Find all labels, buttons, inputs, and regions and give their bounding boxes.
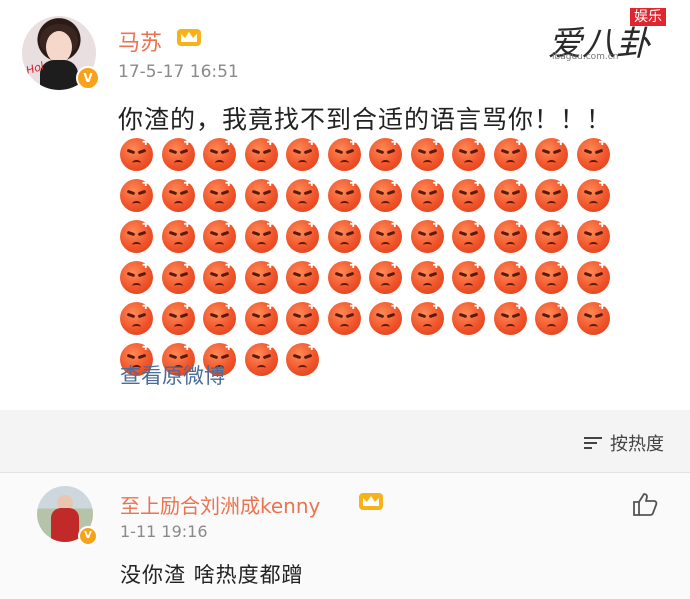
- angry-face-icon: ✚: [452, 138, 485, 171]
- angry-face-icon: ✚: [244, 343, 278, 376]
- verified-badge-icon: V: [76, 66, 100, 90]
- avatar-body: [51, 508, 79, 542]
- angry-face-icon: ✚: [452, 220, 485, 253]
- comment-item: [0, 473, 690, 599]
- angry-face-icon: ✚: [576, 138, 610, 171]
- avatar-face: [46, 31, 72, 63]
- watermark-logo: 爱八卦 娱乐 ibaguu.com.cn: [546, 6, 686, 66]
- angry-face-icon: ✚: [576, 179, 610, 212]
- angry-face-icon: ✚: [286, 179, 319, 212]
- post-text: 你渣的，我竟找不到合适的语言骂你！！！: [118, 105, 613, 134]
- angry-face-icon: ✚: [244, 179, 278, 212]
- angry-face-icon: ✚: [369, 261, 402, 294]
- comment-username[interactable]: 至上励合刘洲成kenny: [120, 490, 320, 519]
- angry-face-icon: ✚: [410, 179, 444, 212]
- angry-face-icon: ✚: [576, 220, 610, 253]
- view-original-link[interactable]: 查看原微博: [120, 360, 225, 390]
- angry-face-icon: ✚: [203, 302, 236, 335]
- angry-face-icon: ✚: [535, 179, 568, 212]
- angry-face-icon: ✚: [161, 302, 195, 335]
- angry-face-icon: ✚: [369, 220, 402, 253]
- sort-label: 按热度: [610, 434, 664, 455]
- angry-face-icon: ✚: [576, 261, 610, 294]
- post-timestamp: 17-5-17 16:51: [118, 62, 239, 82]
- angry-face-icon: ✚: [161, 179, 195, 212]
- angry-face-icon: ✚: [369, 302, 402, 335]
- like-thumb-icon[interactable]: [632, 492, 658, 516]
- angry-face-icon: ✚: [535, 261, 568, 294]
- angry-face-icon: ✚: [203, 220, 236, 253]
- angry-face-icon: ✚: [286, 261, 319, 294]
- angry-face-icon: ✚: [203, 138, 236, 171]
- sort-icon: [584, 435, 602, 451]
- angry-face-icon: ✚: [493, 220, 527, 253]
- angry-face-icon: ✚: [286, 302, 319, 335]
- avatar-dress: [40, 60, 78, 90]
- angry-face-icon: ✚: [493, 138, 527, 171]
- angry-face-icon: ✚: [576, 302, 610, 335]
- angry-face-icon: ✚: [244, 302, 278, 335]
- angry-face-icon: ✚: [493, 261, 527, 294]
- verified-badge-icon: V: [78, 526, 98, 546]
- angry-face-icon: ✚: [369, 138, 402, 171]
- angry-face-icon: ✚: [120, 138, 153, 171]
- angry-face-icon: ✚: [120, 220, 153, 253]
- angry-face-icon: ✚: [535, 138, 568, 171]
- crown-icon: [359, 493, 383, 510]
- angry-face-icon: ✚: [535, 220, 568, 253]
- angry-face-icon: ✚: [286, 138, 319, 171]
- sort-by-hot-button[interactable]: 按热度: [584, 430, 664, 456]
- comment-text: 没你渣 啥热度都蹭: [120, 563, 304, 587]
- watermark-badge: 娱乐: [630, 8, 666, 26]
- angry-face-icon: ✚: [535, 302, 568, 335]
- angry-face-icon: ✚: [286, 343, 319, 376]
- angry-face-icon: ✚: [161, 261, 195, 294]
- angry-face-icon: ✚: [410, 220, 444, 253]
- angry-face-icon: ✚: [410, 261, 444, 294]
- angry-face-icon: ✚: [203, 179, 236, 212]
- angry-face-icon: ✚: [203, 261, 236, 294]
- post-username[interactable]: 马苏: [118, 25, 162, 57]
- emoji-grid: ✚ ✚ ✚ ✚ ✚ ✚ ✚ ✚ ✚ ✚ ✚ ✚ ✚ ✚ ✚ ✚ ✚ ✚ ✚ ✚ ✚ ✚ ✚ ✚ ✚ ✚ ✚ ✚ ✚ ✚ ✚ ✚ ✚ ✚ ✚ ✚ ✚ ✚ ✚ ✚…: [120, 138, 650, 376]
- angry-face-icon: ✚: [327, 261, 361, 294]
- angry-face-icon: ✚: [161, 138, 195, 171]
- angry-face-icon: ✚: [369, 179, 402, 212]
- comment-timestamp: 1-11 19:16: [120, 522, 208, 541]
- angry-face-icon: ✚: [410, 138, 444, 171]
- angry-face-icon: ✚: [120, 261, 153, 294]
- angry-face-icon: ✚: [327, 220, 361, 253]
- angry-face-icon: ✚: [120, 179, 153, 212]
- angry-face-icon: ✚: [286, 220, 319, 253]
- angry-face-icon: ✚: [244, 220, 278, 253]
- angry-face-icon: ✚: [244, 261, 278, 294]
- angry-face-icon: ✚: [327, 138, 361, 171]
- crown-icon: [177, 29, 201, 46]
- angry-face-icon: ✚: [452, 179, 485, 212]
- angry-face-icon: ✚: [493, 179, 527, 212]
- angry-face-icon: ✚: [493, 302, 527, 335]
- angry-face-icon: ✚: [161, 220, 195, 253]
- angry-face-icon: ✚: [327, 179, 361, 212]
- watermark-url: ibaguu.com.cn: [552, 52, 619, 62]
- angry-face-icon: ✚: [120, 302, 153, 335]
- angry-face-icon: ✚: [410, 302, 444, 335]
- angry-face-icon: ✚: [452, 261, 485, 294]
- angry-face-icon: ✚: [327, 302, 361, 335]
- angry-face-icon: ✚: [452, 302, 485, 335]
- angry-face-icon: ✚: [244, 138, 278, 171]
